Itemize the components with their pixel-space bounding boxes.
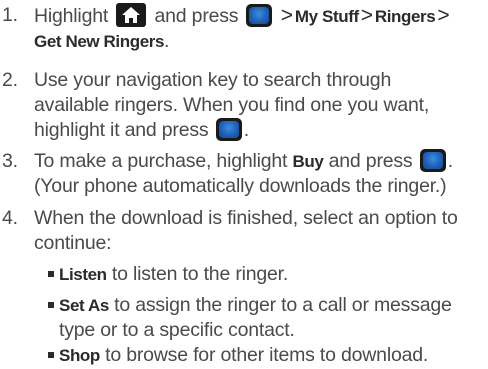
- option-label: Shop: [59, 346, 100, 365]
- step-body: When the download is finished, select an…: [34, 206, 484, 256]
- step-text: .: [243, 119, 249, 141]
- path-separator: >: [280, 4, 293, 27]
- step-text: (Your phone automatically downloads the …: [34, 175, 447, 197]
- option-label: Set As: [59, 296, 109, 315]
- step-4: 4. When the download is finished, select…: [0, 206, 484, 256]
- step-body: Use your navigation key to search throug…: [34, 68, 484, 143]
- option-text: to browse for other items to download.: [105, 344, 429, 366]
- path-separator: >: [360, 4, 373, 27]
- path-separator: >: [437, 4, 450, 27]
- menu-ok-key-icon: [245, 4, 272, 27]
- menu-path-item: Get New Ringers: [34, 32, 165, 51]
- step-number: 3.: [2, 150, 18, 172]
- option-set-as: Set As to assign the ringer to a call or…: [48, 293, 484, 343]
- step-2: 2. Use your navigation key to search thr…: [0, 68, 484, 143]
- menu-ok-key-icon: [419, 149, 446, 172]
- step-text: available ringers. When you find one you…: [34, 94, 430, 116]
- option-listen: Listen to listen to the ringer.: [48, 262, 484, 287]
- option-text: type or to a specific contact.: [59, 319, 295, 341]
- option-shop: Shop to browse for other items to downlo…: [48, 343, 484, 368]
- step-text: .: [164, 30, 170, 52]
- home-key-icon: [116, 3, 147, 27]
- step-body: Highlight and press > My Stuff> Ringers> G…: [34, 3, 484, 54]
- option-buy: Buy: [292, 152, 324, 171]
- step-body: To make a purchase, highlight Buy and pr…: [34, 149, 484, 199]
- menu-path-item: My Stuff: [294, 7, 359, 26]
- step-number: 1.: [2, 4, 18, 26]
- step-number: 4.: [2, 207, 18, 229]
- step-text: When the download is finished, select an…: [34, 207, 458, 229]
- bullet-icon: [48, 302, 54, 308]
- menu-path-item: Ringers: [374, 7, 436, 26]
- option-text: to listen to the ringer.: [111, 263, 289, 285]
- step-text: Use your navigation key to search throug…: [34, 69, 392, 91]
- instructions-document: 1. Highlight and press > My Stuff> Ringers…: [0, 0, 488, 369]
- step-number: 2.: [2, 69, 18, 91]
- step-text: continue:: [34, 232, 112, 254]
- step-1: 1. Highlight and press > My Stuff> Ringers…: [0, 3, 484, 54]
- step-text: Highlight: [34, 5, 109, 27]
- option-label: Listen: [59, 265, 107, 284]
- step-text: and press: [154, 5, 239, 27]
- menu-ok-key-icon: [215, 118, 242, 141]
- option-text: to assign the ringer to a call or messag…: [114, 294, 452, 316]
- bullet-icon: [48, 352, 54, 358]
- step-text: .: [447, 150, 453, 172]
- step-text: To make a purchase, highlight: [34, 150, 288, 172]
- step-text: highlight it and press: [34, 119, 209, 141]
- step-3: 3. To make a purchase, highlight Buy and…: [0, 149, 484, 199]
- step-text: and press: [328, 150, 413, 172]
- bullet-icon: [48, 271, 54, 277]
